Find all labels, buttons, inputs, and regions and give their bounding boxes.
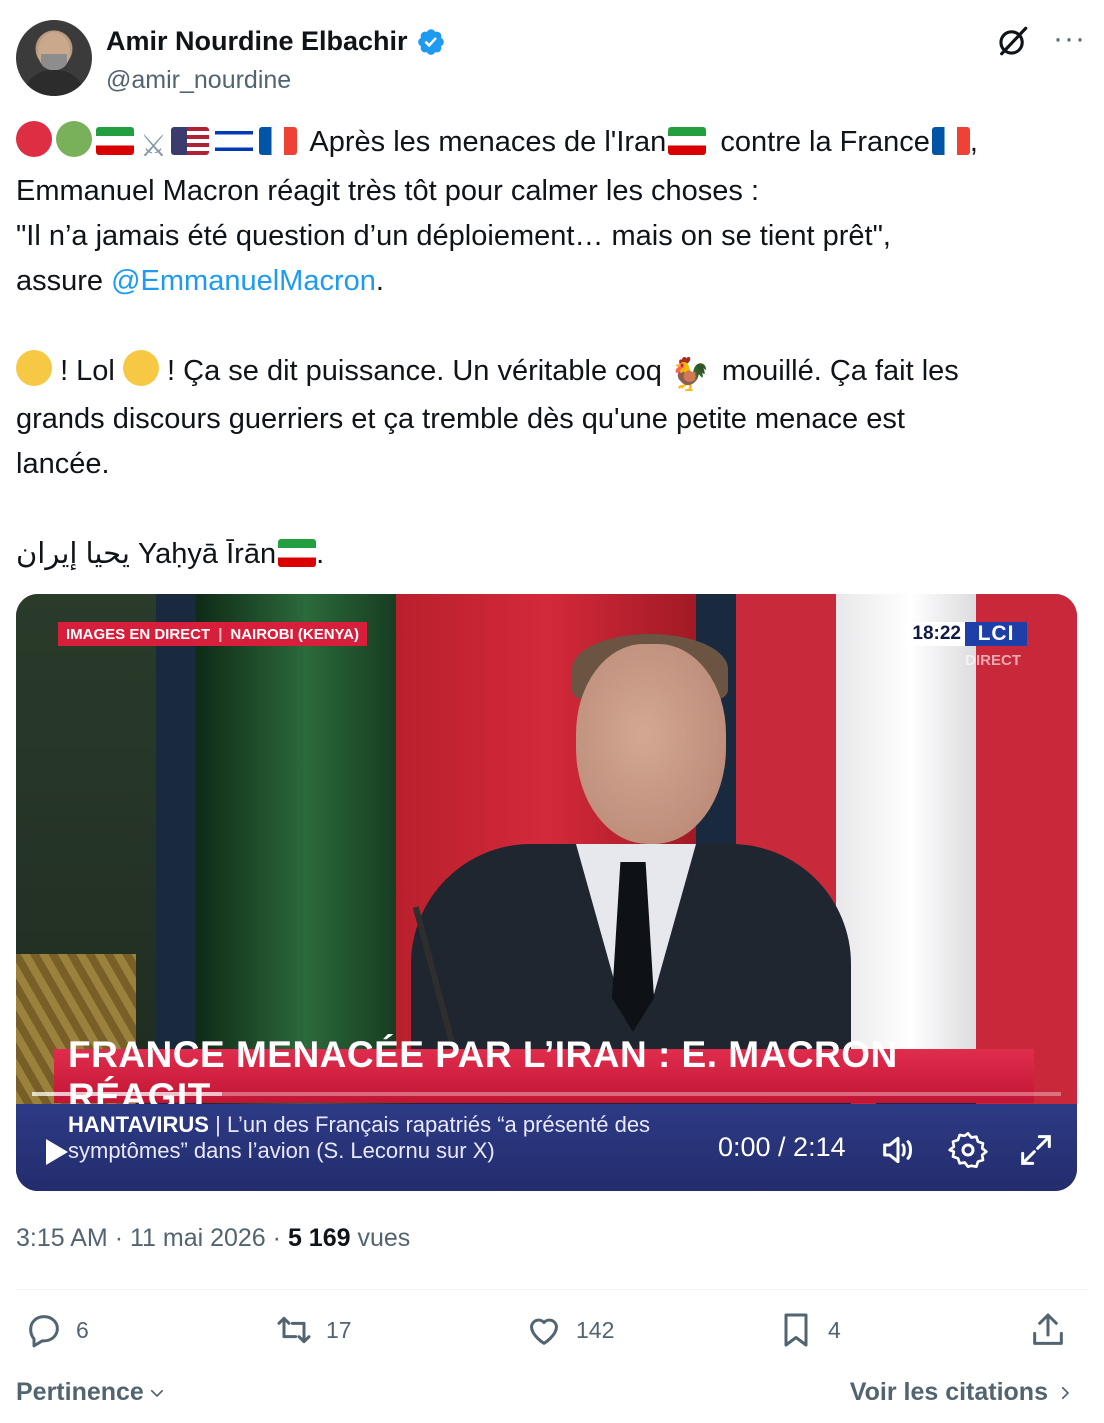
tweet-line-7: lancée. — [16, 448, 110, 480]
tweet-line-6: grands discours guerriers et ça tremble … — [16, 403, 905, 435]
like-count: 142 — [576, 1316, 615, 1343]
france-flag-emoji — [258, 127, 297, 155]
tweet-line-5: ! Lol ! Ça se dit puissance. Un véritabl… — [16, 349, 1088, 397]
quotes-link[interactable]: Voir les citations — [850, 1378, 1074, 1407]
broadcast-clock: 18:22 — [906, 622, 967, 646]
action-bar: 6 17 142 4 — [0, 1310, 1104, 1366]
live-label-text: IMAGES EN DIRECT — [66, 625, 211, 643]
tweet-text-line1: Après les menaces de l'Iran — [309, 126, 667, 158]
share-icon — [1033, 1313, 1063, 1345]
crossed-swords-emoji: ⚔ — [140, 130, 167, 163]
tweet-text-puissance: ! Ça se dit puissance. Un véritable coq — [167, 355, 662, 387]
views-count: 5 169 — [287, 1224, 351, 1252]
more-options-icon[interactable]: ··· — [1053, 24, 1086, 54]
thinking-face-emoji — [16, 350, 52, 386]
tears-of-joy-emoji — [122, 350, 159, 386]
tweet-text-mouille: mouillé. Ça fait les — [721, 355, 959, 387]
sort-dropdown[interactable]: Pertinence — [16, 1378, 166, 1407]
ticker-text: HANTAVIRUS | L’un des Français rapatriés… — [68, 1112, 650, 1164]
sort-label: Pertinence — [16, 1378, 144, 1406]
avatar[interactable] — [16, 20, 92, 96]
tweet-text-assure: assure — [16, 265, 112, 297]
video-time: 0:00 / 2:14 — [718, 1132, 846, 1162]
reply-button[interactable]: 6 — [24, 1310, 89, 1350]
verified-badge-icon[interactable] — [416, 27, 446, 57]
israel-flag-emoji — [214, 127, 253, 155]
tweet-text: ⚔ Après les menaces de l'Iran contre la … — [16, 120, 1088, 577]
repost-count: 17 — [326, 1316, 352, 1343]
bookmark-icon — [784, 1313, 808, 1347]
like-button[interactable]: 142 — [524, 1310, 614, 1350]
handle[interactable]: @amir_nourdine — [106, 66, 291, 95]
channel-logo: LCI — [965, 622, 1027, 646]
tweet-date[interactable]: 11 mai 2026 — [130, 1224, 266, 1252]
chevron-down-icon — [150, 1389, 163, 1397]
france-flag-emoji — [931, 127, 970, 155]
reply-count: 6 — [76, 1316, 89, 1343]
quotes-label: Voir les citations — [849, 1378, 1048, 1406]
chevron-right-icon — [1061, 1386, 1070, 1399]
play-icon[interactable] — [46, 1139, 68, 1165]
views-label: vues — [357, 1224, 411, 1252]
live-location: NAIROBI (KENYA) — [230, 625, 360, 643]
live-label: IMAGES EN DIRECT | NAIROBI (KENYA) — [58, 622, 368, 646]
author-name-row: Amir Nourdine Elbachir — [106, 26, 446, 57]
ticker-line1: L’un des Français rapatriés “a présenté … — [226, 1112, 651, 1137]
bookmark-count: 4 — [828, 1316, 841, 1343]
tweet-text-end: . — [316, 538, 325, 570]
tweet-line-1: ⚔ Après les menaces de l'Iran contre la … — [16, 120, 1088, 169]
meta-separator: · — [272, 1224, 281, 1252]
us-flag-emoji — [170, 127, 209, 155]
iran-flag-emoji — [278, 539, 317, 567]
red-circle-emoji — [16, 121, 52, 157]
mention-link[interactable]: @EmmanuelMacron — [111, 265, 376, 297]
repost-icon — [277, 1316, 311, 1344]
ticker-line2: symptômes” dans l’avion (S. Lecornu sur … — [68, 1138, 495, 1163]
tweet-text-line1b: contre la France — [720, 126, 930, 158]
repost-button[interactable]: 17 — [274, 1310, 352, 1350]
ticker-label: HANTAVIRUS — [68, 1112, 209, 1137]
bookmark-button[interactable]: 4 — [776, 1310, 841, 1350]
tweet-line-4: assure @EmmanuelMacron. — [16, 259, 1088, 304]
tweet-meta: 3:15 AM · 11 mai 2026 · 5 169 vues — [16, 1224, 410, 1253]
like-icon — [530, 1318, 558, 1345]
fullscreen-icon[interactable] — [1016, 1130, 1056, 1170]
tweet-text-lol: ! Lol — [60, 355, 115, 387]
reply-icon — [29, 1315, 59, 1348]
meta-separator: · — [114, 1224, 124, 1252]
tweet-line-3: "Il n’a jamais été question d’un déploie… — [16, 220, 891, 252]
iran-flag-emoji — [668, 127, 707, 155]
video-progress-bar[interactable] — [32, 1092, 1061, 1096]
volume-icon[interactable] — [878, 1130, 918, 1170]
ticker-sep: | — [215, 1112, 221, 1137]
rooster-emoji: 🐓 — [669, 356, 710, 392]
tweet-text-period: . — [375, 265, 384, 297]
grok-icon[interactable] — [996, 24, 1030, 58]
direct-label: DIRECT — [965, 652, 1021, 669]
tweet-line-2: Emmanuel Macron réagit très tôt pour cal… — [16, 175, 760, 207]
display-name[interactable]: Amir Nourdine Elbachir — [106, 26, 408, 57]
iran-flag-emoji — [96, 127, 134, 155]
share-button[interactable] — [1028, 1310, 1068, 1350]
tweet-time[interactable]: 3:15 AM — [16, 1224, 108, 1252]
divider — [16, 1289, 1088, 1290]
tweet-line-8: يحيا إيران Yaḥyā Īrān. — [16, 532, 1088, 577]
green-circle-emoji — [56, 121, 92, 157]
video-player[interactable]: IMAGES EN DIRECT | NAIROBI (KENYA) 18:22… — [16, 594, 1077, 1191]
tweet-text-comma: , — [969, 126, 978, 158]
tweet-header: Amir Nourdine Elbachir @amir_nourdine ··… — [16, 20, 1088, 100]
settings-gear-icon[interactable] — [948, 1130, 988, 1170]
tweet-text-yahya: يحيا إيران Yaḥyā Īrān — [16, 538, 277, 570]
